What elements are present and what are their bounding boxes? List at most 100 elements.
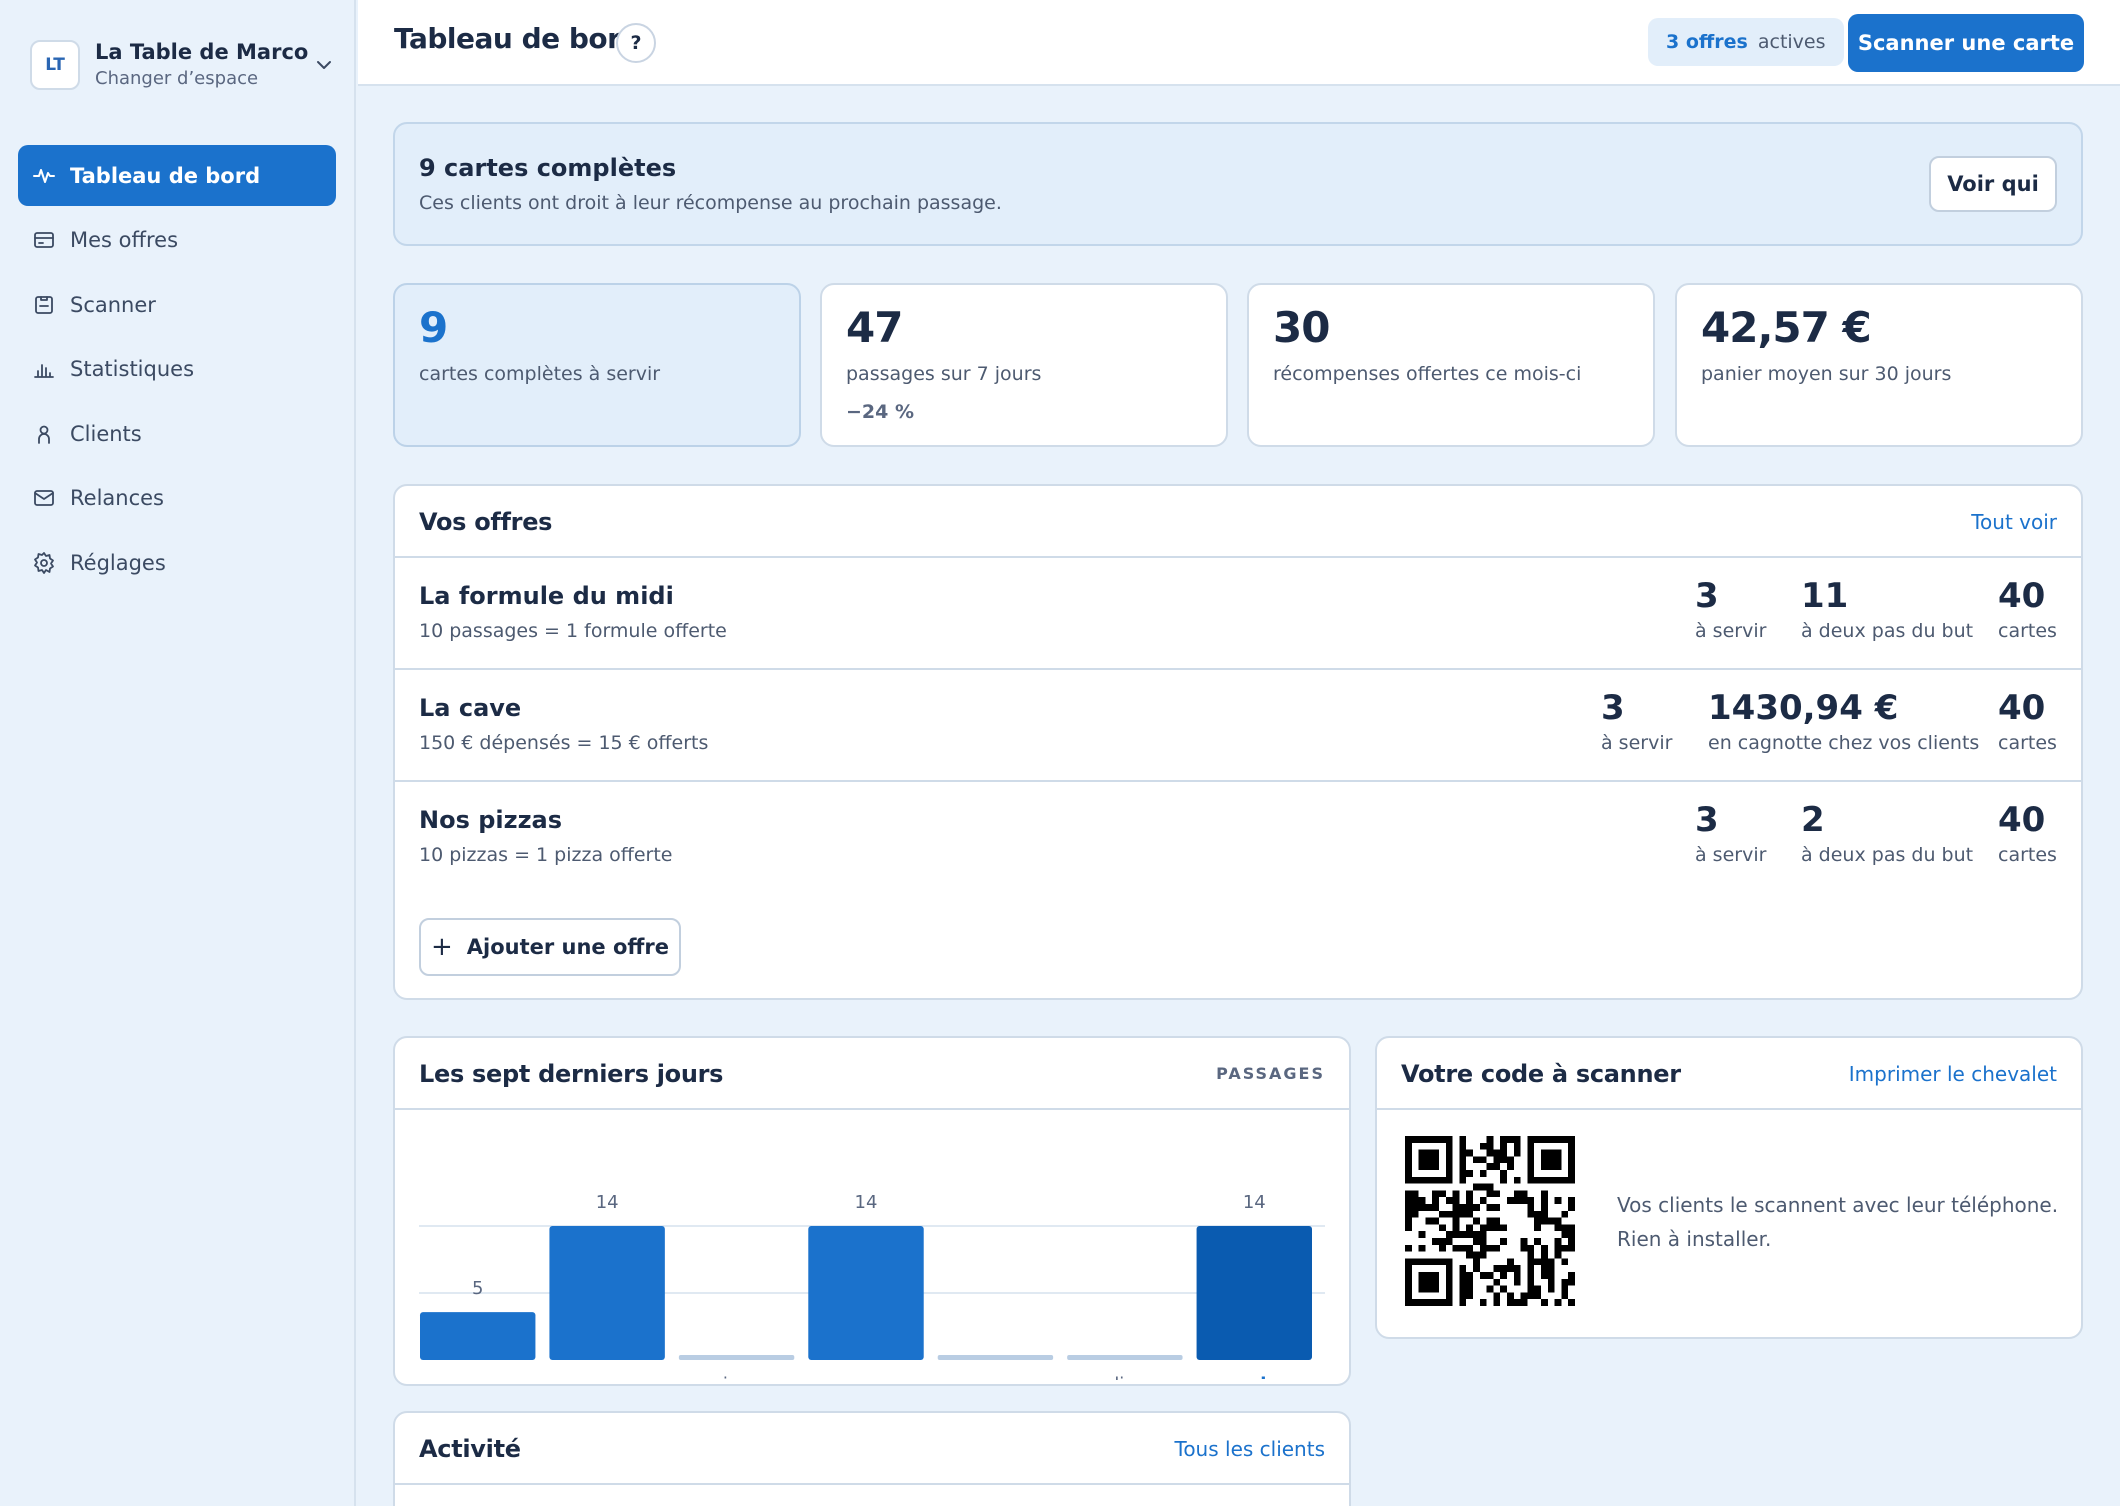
metric-label: à deux pas du but [1801,620,1974,642]
chart-tag: PASSAGES [1216,1064,1325,1083]
offer-rule: 10 pizzas = 1 pizza offerte [419,844,673,866]
metric-label: cartes [1998,844,2057,866]
workspace-switch-label: Changer d’espace [95,68,259,89]
workspace-name: La Table de Marco [95,40,309,64]
weekly-chart-card: Les sept derniers jours PASSAGES 5 mar 14 m… [393,1036,1351,1386]
data-label: 14 [1243,1192,1266,1213]
offer-name: Nos pizzas [419,806,563,834]
offer-rule: 150 € dépensés = 15 € offerts [419,732,709,754]
stat-card-visits: 47 passages sur 7 jours −24 % [820,283,1228,447]
category-label: jeu [722,1374,750,1380]
data-label: 5 [472,1278,483,1299]
metric-label: à servir [1601,732,1673,754]
sidebar-item-dashboard[interactable]: Tableau de bord [18,145,336,206]
offers-card: Vos offres Tout voir La formule du midi … [393,484,2083,1000]
metric-wallet: 1430,94 € en cagnotte chez vos clients [1708,688,1979,754]
qr-line-2: Rien à installer. [1617,1227,1772,1251]
sidebar-item-label: Clients [70,421,142,446]
user-icon [32,422,56,446]
stat-card-basket: 42,57 € panier moyen sur 30 jours [1675,283,2083,447]
see-all-offers-link[interactable]: Tout voir [1971,510,2057,534]
sidebar-item-label: Statistiques [70,357,195,381]
plus-icon: + [430,932,453,962]
print-stand-link[interactable]: Imprimer le chevalet [1849,1062,2057,1086]
metric-label: à servir [1695,844,1767,866]
qr-description: Vos clients le scannent avec leur téléph… [1617,1188,2081,1256]
chart-bar [1196,1226,1312,1360]
chart-bar [808,1226,924,1360]
stat-value: 47 [846,303,903,352]
stat-delta: −24 % [846,401,915,423]
stat-label: passages sur 7 jours [846,363,1042,385]
chart-bar [549,1226,665,1360]
metric-value: 11 [1801,576,1849,616]
offer-rule: 10 passages = 1 formule offerte [419,620,727,642]
offers-title: Vos offres [419,508,553,536]
qr-code-card: Votre code à scanner Imprimer le chevale… [1375,1036,2083,1339]
offer-row[interactable]: La formule du midi 10 passages = 1 formu… [395,560,2081,670]
offer-row[interactable]: Nos pizzas 10 pizzas = 1 pizza offerte 3… [395,784,2081,894]
metric-to-serve: 3 à servir [1695,576,1766,642]
metric-cards: 40 cartes [1998,800,2057,866]
sidebar-item-scanner[interactable]: Scanner [18,274,336,335]
metric-almost: 11 à deux pas du but [1801,576,1973,642]
sidebar-item-settings[interactable]: Réglages [18,532,336,593]
help-button[interactable]: ? [616,23,656,63]
category-label: mar [460,1374,497,1380]
metric-value: 3 [1695,800,1719,840]
see-who-button[interactable]: Voir qui [1929,156,2057,212]
metric-cards: 40 cartes [1998,688,2057,754]
metric-value: 40 [1998,688,2046,728]
category-label: mer [589,1374,626,1380]
data-label: 14 [855,1192,878,1213]
sidebar-item-label: Relances [70,486,164,510]
workspace-switcher[interactable]: LT La Table de Marco Changer d’espace [30,36,336,94]
card-icon [32,228,56,252]
bar-chart-icon [32,357,56,381]
metric-cards: 40 cartes [1998,576,2057,642]
metric-label: à servir [1695,620,1767,642]
offer-name: La formule du midi [419,582,674,610]
qr-code-image [1405,1136,1575,1306]
stat-value: 42,57 € [1701,303,1872,352]
category-label: dim [1108,1374,1142,1380]
add-offer-button[interactable]: + Ajouter une offre [419,918,681,976]
active-offers-label: actives [1757,31,1826,53]
offer-row[interactable]: La cave 150 € dépensés = 15 € offerts 3 … [395,672,2081,782]
scan-icon [32,293,56,317]
qr-line-1: Vos clients le scannent avec leur téléph… [1617,1193,2059,1217]
metric-label: en cagnotte chez vos clients [1708,732,1980,754]
activity-icon [32,164,56,188]
all-clients-link[interactable]: Tous les clients [1175,1437,1326,1461]
activity-card: Activité Tous les clients [393,1411,1351,1506]
active-offers-count: 3 offres [1666,31,1748,53]
chart-title: Les sept derniers jours [419,1060,724,1088]
sidebar-item-reminders[interactable]: Relances [18,468,336,529]
metric-value: 40 [1998,576,2046,616]
chart-bar [678,1355,795,1360]
sidebar-item-label: Mes offres [70,228,179,252]
category-label: auj. [1235,1374,1273,1380]
metric-label: à deux pas du but [1801,844,1974,866]
chart-bar [420,1312,536,1360]
active-offers-badge[interactable]: 3 offres actives [1648,18,1844,66]
stat-card-complete[interactable]: 9 cartes complètes à servir [393,283,801,447]
banner-subtitle: Ces clients ont droit à leur récompense … [419,192,1002,214]
qr-title: Votre code à scanner [1401,1060,1681,1088]
sidebar-item-statistics[interactable]: Statistiques [18,339,336,400]
offer-name: La cave [419,694,522,722]
sidebar-item-offers[interactable]: Mes offres [18,210,336,271]
stat-card-rewards: 30 récompenses offertes ce mois-ci [1247,283,1655,447]
weekly-bar-chart: 5 mar 14 mer jeu 14 ven sam dim 14 auj. [419,1192,1325,1380]
scan-card-button[interactable]: Scanner une carte [1848,14,2084,72]
chevron-down-icon [312,53,336,77]
metric-to-serve: 3 à servir [1695,800,1766,866]
banner-title: 9 cartes complètes [419,154,677,182]
sidebar-item-label: Scanner [70,292,156,317]
complete-cards-banner: 9 cartes complètes Ces clients ont droit… [393,122,2083,246]
metric-label: cartes [1998,620,2057,642]
stat-label: panier moyen sur 30 jours [1701,363,1952,385]
sidebar-item-clients[interactable]: Clients [18,403,336,464]
gear-icon [32,551,56,575]
category-label: ven [849,1374,882,1380]
